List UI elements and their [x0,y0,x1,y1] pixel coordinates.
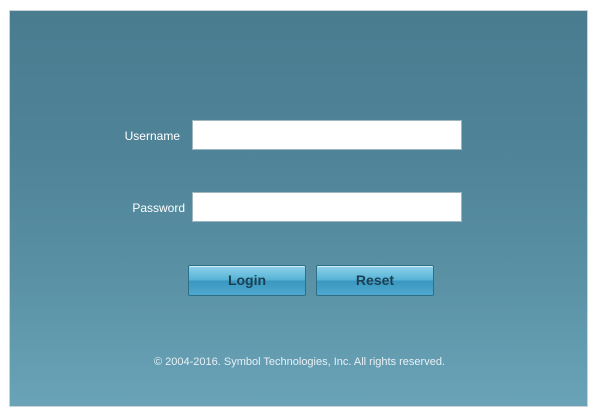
password-label: Password [132,201,185,215]
username-label: Username [124,129,180,143]
login-panel: Username Password Login Reset © 2004-201… [9,10,588,407]
page-frame: Username Password Login Reset © 2004-201… [0,0,598,413]
copyright-text: © 2004-2016. Symbol Technologies, Inc. A… [153,356,445,368]
login-button[interactable]: Login [188,265,306,296]
username-input[interactable] [192,120,462,150]
reset-button[interactable]: Reset [316,265,434,296]
password-input[interactable] [192,192,462,222]
